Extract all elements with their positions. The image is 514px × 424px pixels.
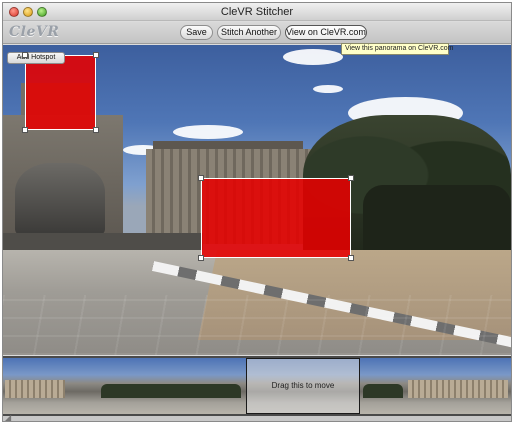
stitch-another-button[interactable]: Stitch Another [217,25,281,40]
paving-tiles [3,295,511,355]
save-button[interactable]: Save [180,25,213,40]
cloud [313,85,343,93]
view-on-clevr-button[interactable]: View on CleVR.com [285,25,367,40]
resize-handle[interactable] [198,175,204,181]
panorama-navigator-strip[interactable]: Drag this to move [3,356,511,416]
resize-handle[interactable] [93,127,99,133]
resize-grip-icon[interactable]: ◢ [5,413,11,421]
cloud [283,49,343,65]
clevr-logo: CleVR [9,24,60,40]
toolbar: CleVR Save Stitch Another View on CleVR.… [3,22,511,44]
status-bar [3,416,511,421]
resize-handle[interactable] [22,52,28,58]
fountain [15,163,105,235]
resize-handle[interactable] [348,255,354,261]
resize-handle[interactable] [22,127,28,133]
resize-handle[interactable] [93,52,99,58]
strip-trees [101,384,241,398]
view-button-tooltip: View this panorama on CleVR.com [341,43,453,55]
drag-to-move-label: Drag this to move [271,381,335,390]
strip-trees [363,384,403,398]
hotspot-statue[interactable] [25,55,96,130]
app-window: CleVR Stitcher CleVR Save Stitch Another… [2,2,512,422]
add-hotspot-button[interactable]: Add Hotspot [7,52,65,64]
strip-palace [5,380,65,398]
resize-handle[interactable] [348,175,354,181]
resize-handle[interactable] [198,255,204,261]
hedge [363,185,511,255]
window-title: CleVR Stitcher [220,6,294,18]
hotspot-plaza[interactable] [201,178,351,258]
strip-palace [408,380,508,398]
title-bar[interactable]: CleVR Stitcher [3,3,511,21]
cloud [173,125,243,139]
navigator-viewport[interactable]: Drag this to move [246,358,360,414]
